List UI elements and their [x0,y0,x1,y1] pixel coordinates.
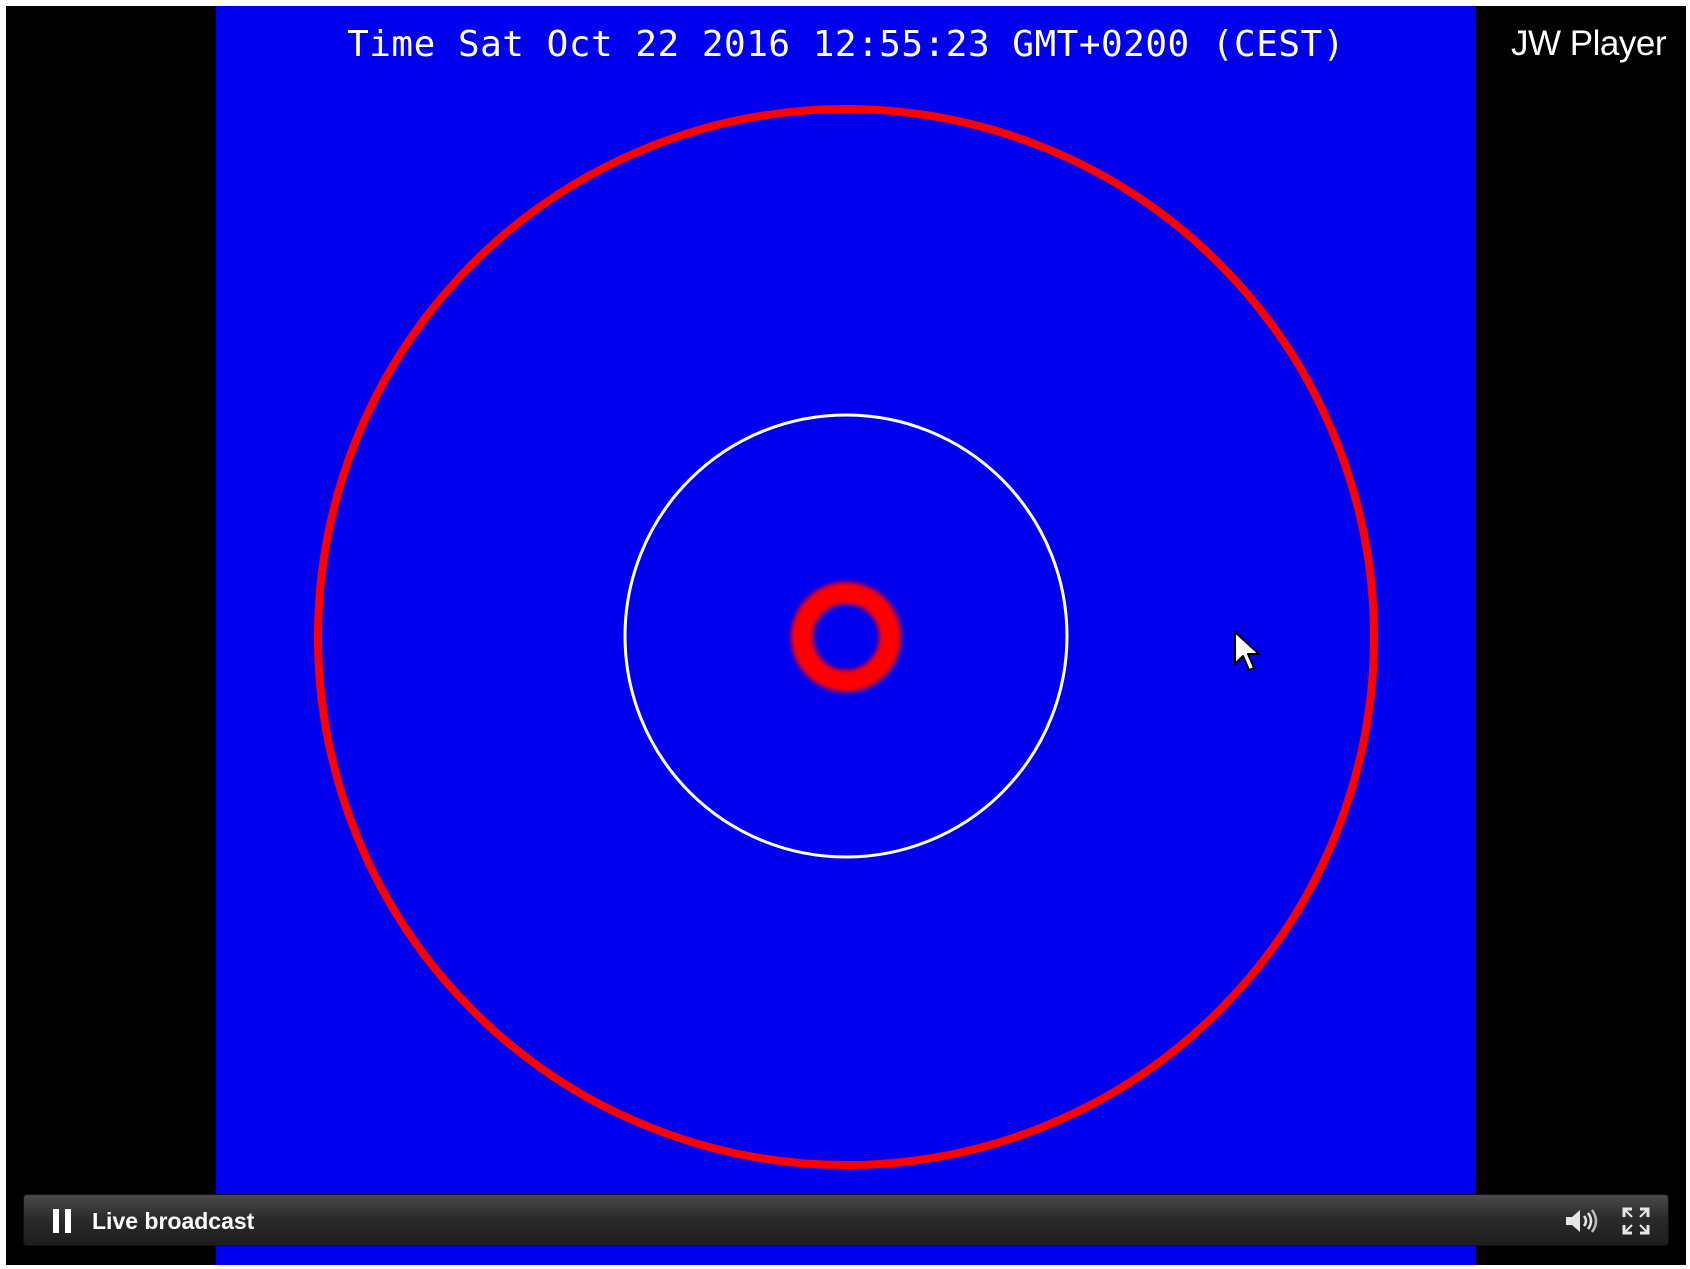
test-pattern [314,105,1378,1169]
control-bar: Live broadcast [23,1194,1669,1246]
live-broadcast-label: Live broadcast [92,1207,255,1234]
outer-red-ring [314,105,1378,1169]
volume-icon [1566,1209,1598,1233]
fullscreen-button[interactable] [1616,1195,1656,1247]
timestamp-overlay: Time Sat Oct 22 2016 12:55:23 GMT+0200 (… [347,24,1345,65]
volume-button[interactable] [1560,1195,1604,1247]
video-player[interactable]: Time Sat Oct 22 2016 12:55:23 GMT+0200 (… [6,6,1686,1265]
pause-icon [53,1209,71,1233]
white-ring [623,413,1069,859]
pause-button[interactable] [42,1195,82,1247]
video-frame[interactable]: Time Sat Oct 22 2016 12:55:23 GMT+0200 (… [216,6,1476,1265]
fullscreen-icon [1622,1207,1650,1235]
center-red-ring [791,582,901,692]
jw-player-logo[interactable]: JW Player [1511,24,1666,64]
mouse-cursor-icon [1234,631,1260,671]
